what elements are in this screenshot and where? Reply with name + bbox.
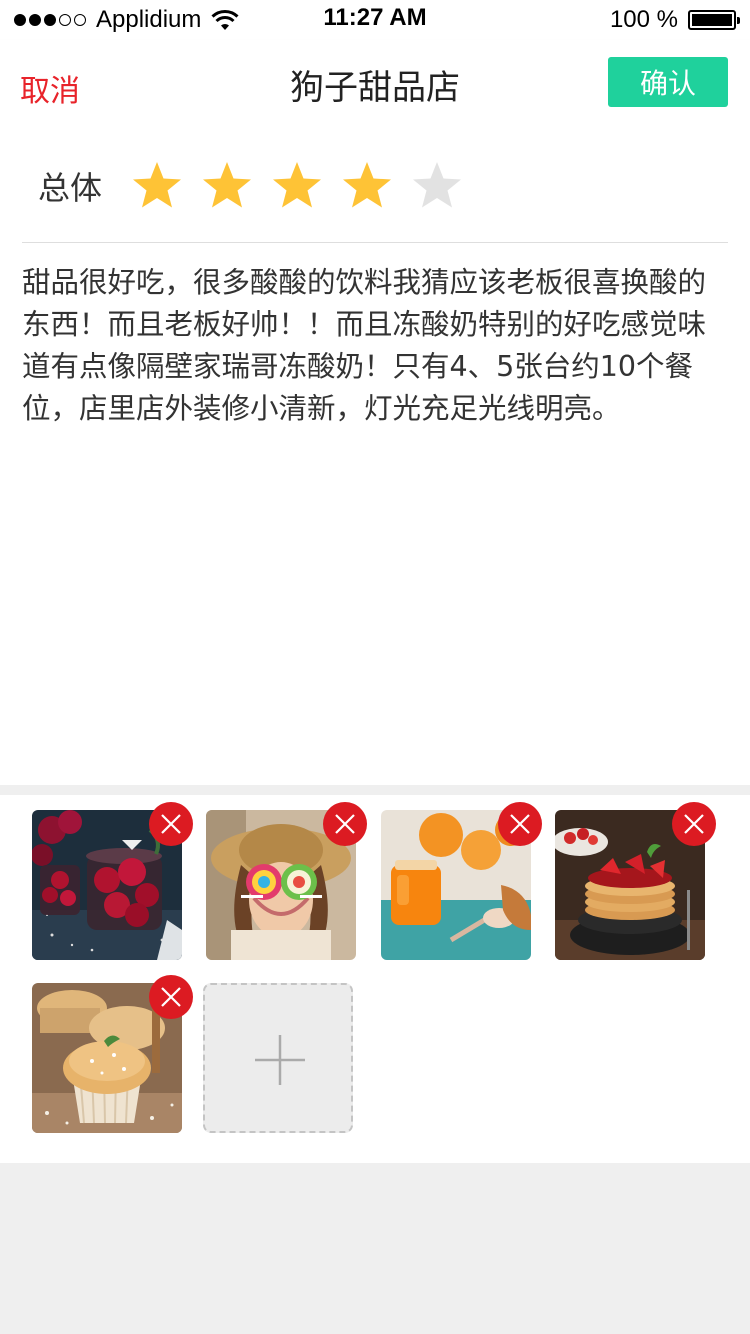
- close-icon: [161, 987, 181, 1007]
- star-filled-icon[interactable]: [270, 159, 324, 213]
- close-icon: [684, 814, 704, 834]
- delete-photo-button[interactable]: [149, 975, 193, 1019]
- photo-upload-area: [0, 795, 750, 1163]
- add-photo-button[interactable]: [203, 983, 353, 1133]
- review-text-area[interactable]: 甜品很好吃，很多酸酸的饮料我猜应该老板很喜换酸的东西！而且老板好帅！！而且冻酸奶…: [22, 262, 732, 430]
- battery-icon: [688, 10, 740, 30]
- navigation-bar: 取消 狗子甜品店 确认: [0, 40, 750, 128]
- star-filled-icon[interactable]: [130, 159, 184, 213]
- star-filled-icon[interactable]: [340, 159, 394, 213]
- plus-icon: [255, 1035, 305, 1085]
- rating-label: 总体: [38, 169, 103, 207]
- close-icon: [335, 814, 355, 834]
- star-rating[interactable]: [130, 159, 464, 213]
- battery-percentage: 100 %: [609, 6, 678, 33]
- battery-fill: [692, 14, 732, 26]
- star-filled-icon[interactable]: [200, 159, 254, 213]
- delete-photo-button[interactable]: [672, 802, 716, 846]
- close-icon: [161, 814, 181, 834]
- star-empty-icon[interactable]: [410, 159, 464, 213]
- delete-photo-button[interactable]: [498, 802, 542, 846]
- close-icon: [510, 814, 530, 834]
- status-bar: Applidium 11:27 AM 100 %: [0, 0, 750, 40]
- delete-photo-button[interactable]: [149, 802, 193, 846]
- delete-photo-button[interactable]: [323, 802, 367, 846]
- confirm-button[interactable]: 确认: [608, 57, 728, 107]
- rating-row: 总体: [38, 158, 464, 214]
- cancel-button[interactable]: 取消: [20, 66, 80, 110]
- divider: [22, 242, 728, 243]
- review-content: 总体 甜品很好吃，很多酸酸的饮料我猜应该老板很喜换酸的东西！而且老板好帅！！而且…: [0, 128, 750, 785]
